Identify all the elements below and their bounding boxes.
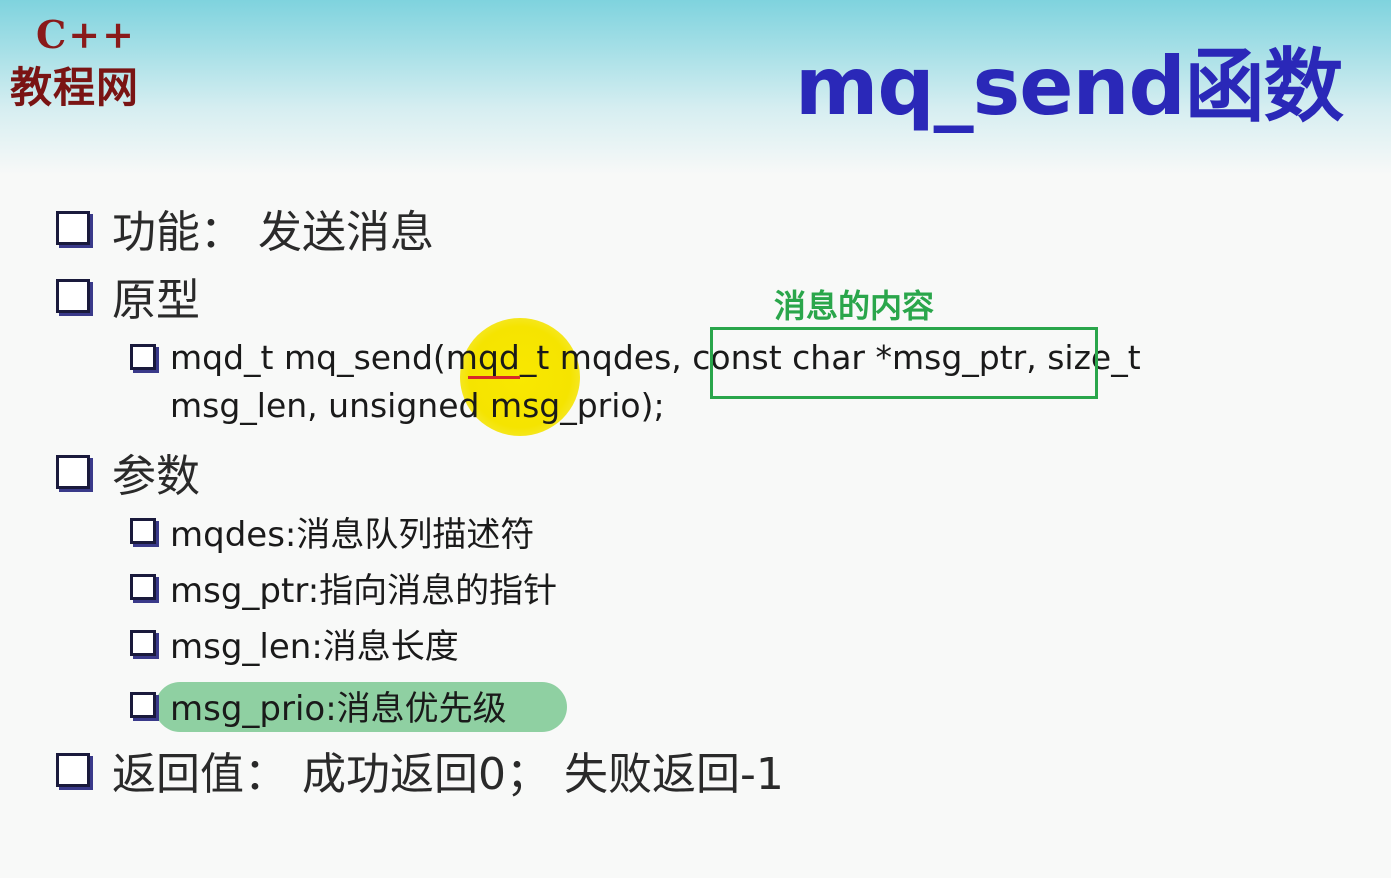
bullet-box-icon <box>56 455 90 489</box>
prototype-heading: 原型 <box>112 275 200 326</box>
param-text: msg_ptr:指向消息的指针 <box>170 570 558 611</box>
bullet-box-icon <box>130 574 156 600</box>
logo-cpp-text: C++ <box>36 12 136 57</box>
bullet-return-value: 返回值： 成功返回0； 失败返回-1 <box>56 742 784 800</box>
param-item: msg_ptr:指向消息的指针 <box>130 564 558 611</box>
function-text: 功能： 发送消息 <box>112 207 434 258</box>
bullet-box-icon <box>56 279 90 313</box>
logo: C++ 教程网 <box>10 12 160 112</box>
bullet-box-icon <box>130 630 156 656</box>
bullet-function: 功能： 发送消息 <box>56 200 434 258</box>
bullet-prototype: 原型 <box>56 268 200 326</box>
param-item: mqdes:消息队列描述符 <box>130 508 535 555</box>
bullet-params: 参数 <box>56 444 200 502</box>
param-item: msg_len:消息长度 <box>130 620 459 667</box>
prototype-line-2: msg_len, unsigned msg_prio); <box>170 382 665 428</box>
bullet-box-icon <box>130 518 156 544</box>
bullet-box-icon <box>56 753 90 787</box>
param-text: msg_prio:消息优先级 <box>170 688 507 729</box>
prototype-code-line-2: msg_len, unsigned msg_prio); <box>170 385 665 425</box>
param-item-highlighted: msg_prio:消息优先级 <box>130 682 507 729</box>
logo-site-name: 教程网 <box>10 63 140 112</box>
slide-title: mq_send函数 <box>795 40 1344 133</box>
red-underline-mark <box>468 376 520 379</box>
params-heading: 参数 <box>112 451 200 502</box>
green-annotation-box <box>710 327 1098 399</box>
bullet-box-icon <box>130 344 156 370</box>
param-text: mqdes:消息队列描述符 <box>170 514 535 555</box>
return-value-text: 返回值： 成功返回0； 失败返回-1 <box>112 749 784 800</box>
param-text: msg_len:消息长度 <box>170 626 459 667</box>
bullet-box-icon <box>56 211 90 245</box>
bullet-box-icon <box>130 692 156 718</box>
green-annotation-label: 消息的内容 <box>774 287 935 325</box>
